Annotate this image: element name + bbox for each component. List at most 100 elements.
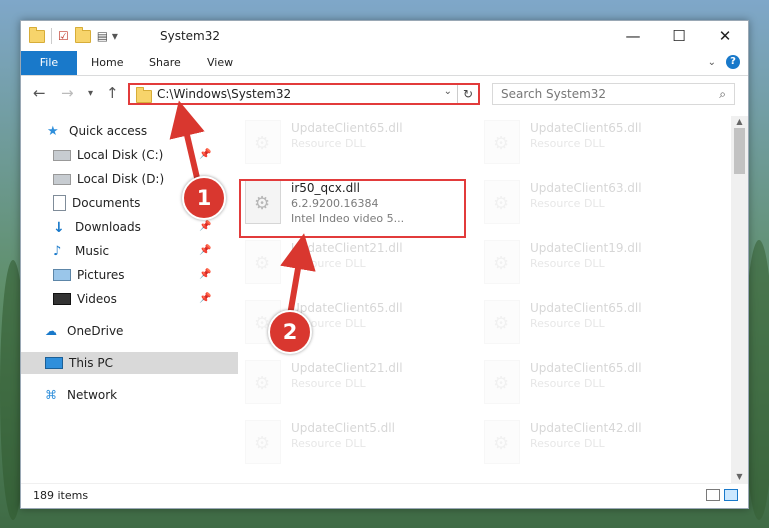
drive-icon <box>53 149 71 161</box>
folder-icon[interactable] <box>29 26 45 43</box>
address-bar[interactable]: C:\Windows\System32 ⌄ ↻ <box>128 83 480 105</box>
quick-access-toolbar: ☑ ▤ ▾ <box>29 26 118 44</box>
pin-icon[interactable]: 📌 <box>199 149 211 160</box>
network-icon: ⌘ <box>45 388 57 402</box>
details-view-icon[interactable] <box>706 489 720 501</box>
search-input[interactable]: Search System32 <box>501 87 606 101</box>
dll-file-icon <box>484 360 520 404</box>
refresh-icon[interactable]: ↻ <box>457 85 478 103</box>
expand-ribbon-icon[interactable]: ⌄ <box>708 57 716 68</box>
dll-file-icon <box>245 120 281 164</box>
sidebar-item-label: This PC <box>69 356 113 370</box>
customize-icon[interactable]: ▤ ▾ <box>97 29 118 43</box>
file-description: Intel Indeo video 5... <box>291 212 405 225</box>
file-item[interactable]: UpdateClient19.dll Resource DLL <box>478 236 698 292</box>
dll-file-icon <box>484 420 520 464</box>
pin-icon[interactable]: 📌 <box>199 269 211 280</box>
explorer-window: ☑ ▤ ▾ System32 — ☐ ✕ File Home Share Vie… <box>20 20 749 509</box>
tab-file[interactable]: File <box>21 51 77 75</box>
cloud-icon: ☁ <box>45 324 57 338</box>
folder-icon <box>136 87 152 103</box>
ribbon: File Home Share View ⌄ ? <box>21 51 748 76</box>
dll-file-icon <box>484 120 520 164</box>
tab-home[interactable]: Home <box>91 51 123 75</box>
sidebar-item-label: OneDrive <box>67 324 124 338</box>
documents-icon <box>53 195 66 211</box>
dll-file-icon <box>484 240 520 284</box>
forward-icon[interactable]: → <box>61 84 74 102</box>
close-button[interactable]: ✕ <box>702 21 748 51</box>
pin-icon[interactable]: 📌 <box>199 221 211 232</box>
sidebar-item-label: Pictures <box>77 268 125 282</box>
chevron-down-icon[interactable]: ⌄ <box>444 86 452 97</box>
file-item[interactable]: UpdateClient65.dll Resource DLL <box>478 296 698 352</box>
videos-icon <box>53 293 71 305</box>
maximize-button[interactable]: ☐ <box>656 21 702 51</box>
sidebar-item-onedrive[interactable]: ☁ OneDrive <box>21 320 238 342</box>
callout-step-1: 1 <box>182 176 226 220</box>
dll-file-icon <box>484 300 520 344</box>
item-count: 189 items <box>33 489 89 502</box>
tab-share[interactable]: Share <box>149 51 181 75</box>
properties-icon[interactable]: ☑ <box>58 29 69 43</box>
window-title: System32 <box>160 29 221 43</box>
sidebar-item-label: Local Disk (D:) <box>77 172 165 186</box>
sidebar-item-label: Local Disk (C:) <box>77 148 164 162</box>
file-item[interactable]: UpdateClient63.dll Resource DLL <box>478 176 698 232</box>
dll-file-icon <box>245 180 281 224</box>
download-icon: ↓ <box>53 220 65 236</box>
recent-locations-icon[interactable]: ▾ <box>88 88 93 99</box>
sidebar-item-label: Quick access <box>69 124 148 138</box>
title-bar: ☑ ▤ ▾ System32 — ☐ ✕ <box>21 21 748 51</box>
minimize-button[interactable]: — <box>610 21 656 51</box>
pictures-icon <box>53 269 71 281</box>
vertical-scrollbar[interactable]: ▲ ▼ <box>731 116 748 483</box>
file-item[interactable]: UpdateClient5.dll Resource DLL <box>239 416 459 472</box>
navigation-pane: ★ Quick access Local Disk (C:) 📌 Local D… <box>21 116 238 476</box>
up-icon[interactable]: ↑ <box>106 84 119 102</box>
sidebar-item-local-disk-c[interactable]: Local Disk (C:) 📌 <box>21 144 246 166</box>
address-text[interactable]: C:\Windows\System32 <box>157 87 291 101</box>
search-box[interactable]: Search System32 ⌕ <box>492 83 735 105</box>
divider <box>51 28 52 44</box>
pin-icon[interactable]: 📌 <box>199 293 211 304</box>
sidebar-item-label: Documents <box>72 196 141 210</box>
sidebar-item-label: Network <box>67 388 118 402</box>
sidebar-item-pictures[interactable]: Pictures 📌 <box>21 264 246 286</box>
file-item[interactable]: UpdateClient65.dll Resource DLL <box>239 116 459 172</box>
sidebar-item-quick-access[interactable]: ★ Quick access <box>21 120 240 142</box>
star-icon: ★ <box>47 124 59 139</box>
file-version: 6.2.9200.16384 <box>291 197 379 210</box>
tab-view[interactable]: View <box>207 51 233 75</box>
dll-file-icon <box>245 420 281 464</box>
drive-icon <box>53 173 71 185</box>
tiles-view-icon[interactable] <box>724 489 738 501</box>
dll-file-icon <box>245 360 281 404</box>
file-item-ir50-qcx[interactable]: ir50_qcx.dll 6.2.9200.16384 Intel Indeo … <box>239 176 459 232</box>
scroll-up-icon[interactable]: ▲ <box>731 116 748 128</box>
file-name: ir50_qcx.dll <box>291 181 360 195</box>
scroll-thumb[interactable] <box>734 128 745 174</box>
music-icon: ♪ <box>53 244 62 259</box>
pin-icon[interactable]: 📌 <box>199 245 211 256</box>
scroll-down-icon[interactable]: ▼ <box>731 471 748 483</box>
dll-file-icon <box>484 180 520 224</box>
sidebar-item-music[interactable]: ♪ Music 📌 <box>21 240 246 262</box>
dll-file-icon <box>245 240 281 284</box>
sidebar-item-videos[interactable]: Videos 📌 <box>21 288 246 310</box>
file-item[interactable]: UpdateClient21.dll Resource DLL <box>239 356 459 412</box>
file-item[interactable]: UpdateClient42.dll Resource DLL <box>478 416 698 472</box>
callout-step-2: 2 <box>268 310 312 354</box>
help-icon[interactable]: ? <box>726 55 740 69</box>
computer-icon <box>45 357 63 369</box>
file-item[interactable]: UpdateClient65.dll Resource DLL <box>478 116 698 172</box>
sidebar-item-this-pc[interactable]: This PC <box>21 352 238 374</box>
sidebar-item-label: Music <box>75 244 110 258</box>
sidebar-item-network[interactable]: ⌘ Network <box>21 384 238 406</box>
file-item[interactable]: UpdateClient65.dll Resource DLL <box>478 356 698 412</box>
file-item[interactable]: UpdateClient21.dll Resource DLL <box>239 236 459 292</box>
status-bar: 189 items <box>21 483 748 508</box>
sidebar-item-downloads[interactable]: ↓ Downloads 📌 <box>21 216 246 238</box>
back-icon[interactable]: ← <box>33 84 46 102</box>
new-folder-icon[interactable] <box>74 26 91 43</box>
